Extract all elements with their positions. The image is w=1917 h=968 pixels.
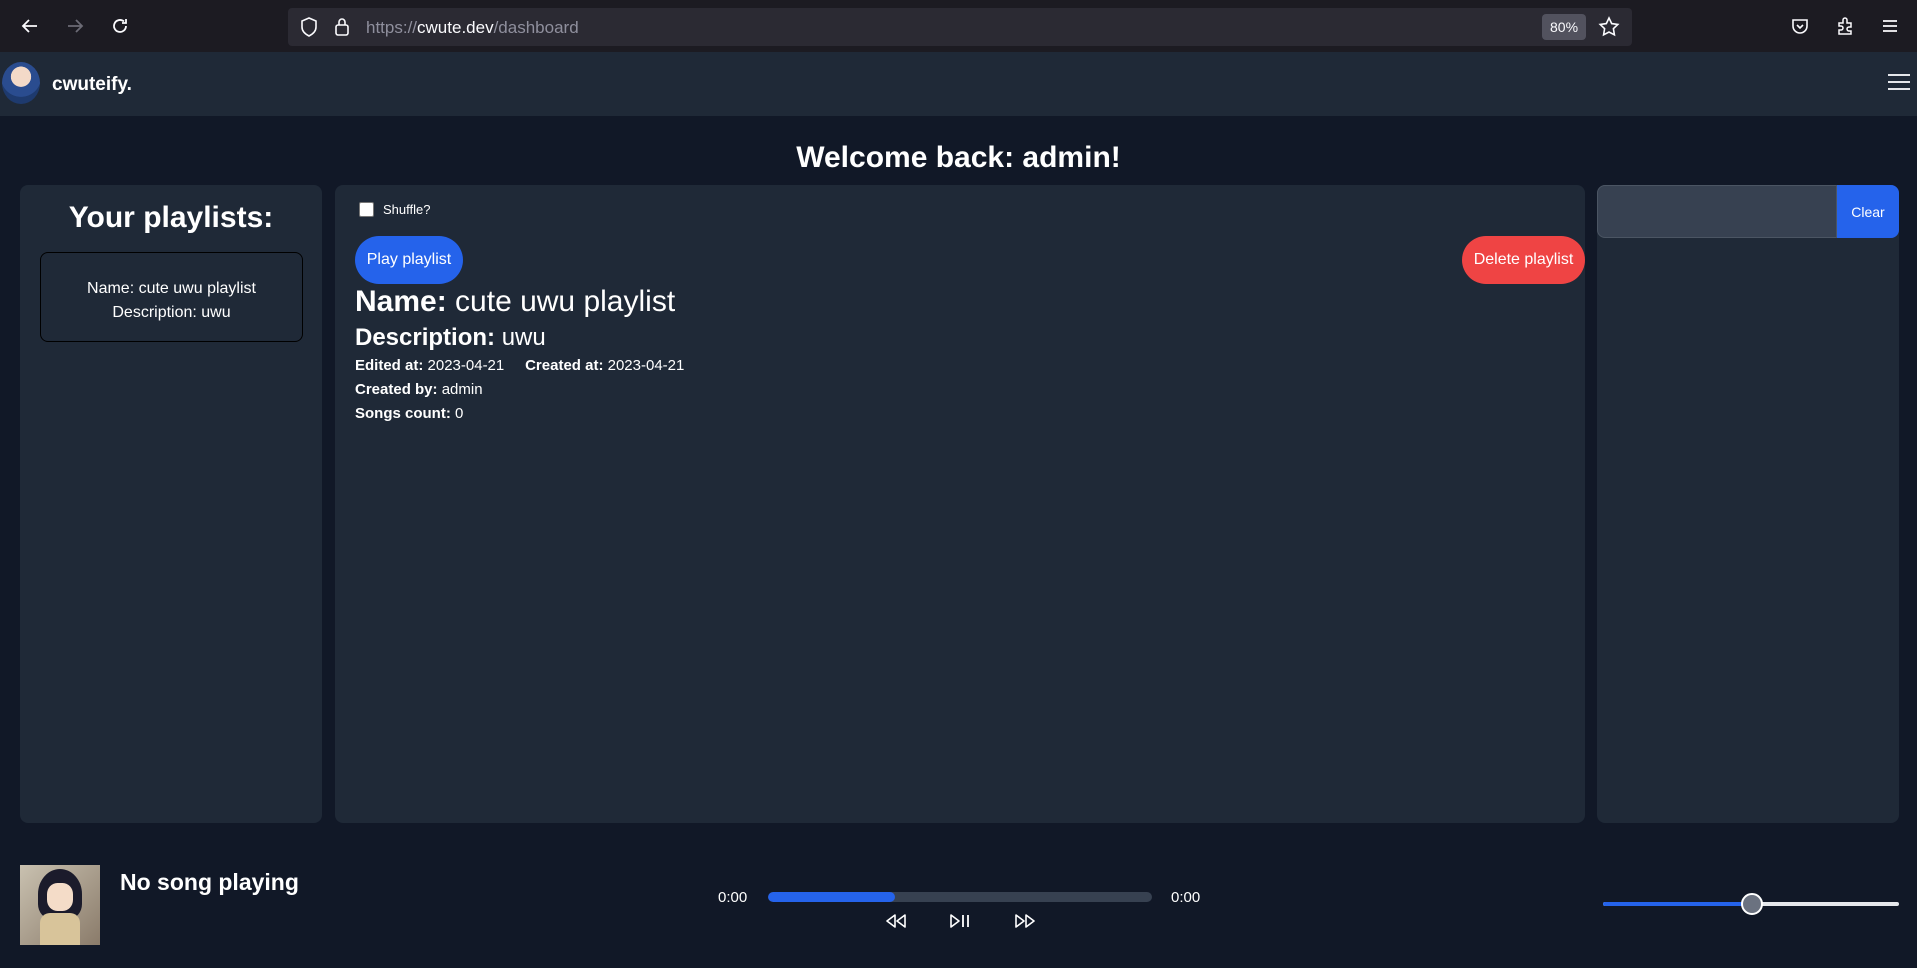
playlist-card-description: Description: uwu [112,304,231,321]
url-text[interactable]: https://cwute.dev/dashboard [366,18,579,38]
search-input[interactable] [1597,185,1837,238]
browser-menu-icon[interactable] [1876,12,1904,40]
lock-icon[interactable] [334,17,350,42]
volume-fill [1603,902,1751,906]
extensions-icon[interactable] [1831,12,1859,40]
clear-button[interactable]: Clear [1837,185,1899,238]
playlist-card-name: Name: cute uwu playlist [87,280,256,297]
welcome-heading: Welcome back: admin! [796,141,1121,174]
playlist-card[interactable]: Name: cute uwu playlist Description: uwu [40,252,303,342]
play-pause-icon[interactable] [947,911,973,931]
progress-fill [768,892,895,902]
album-cover [20,865,100,945]
play-playlist-button[interactable]: Play playlist [355,236,463,284]
playlists-panel: Your playlists: Name: cute uwu playlist … [20,185,322,823]
reload-icon[interactable] [106,12,134,40]
shuffle-checkbox[interactable] [359,202,374,217]
playlist-song-count: Songs count: 0 [355,405,464,422]
shield-icon[interactable] [300,17,318,42]
forward-icon[interactable] [61,12,89,40]
browser-toolbar: https://cwute.dev/dashboard 80% [0,0,1917,52]
playlist-dates: Edited at: 2023-04-21 Created at: 2023-0… [355,357,685,374]
current-time: 0:00 [718,889,748,906]
hamburger-menu-icon[interactable] [1888,74,1910,94]
playlist-detail-panel: Shuffle? Play playlist Delete playlist N… [335,185,1585,823]
delete-playlist-button[interactable]: Delete playlist [1462,236,1585,284]
pocket-icon[interactable] [1786,12,1814,40]
total-time: 0:00 [1171,889,1201,906]
logo-avatar[interactable] [2,62,40,104]
now-playing-title: No song playing [120,869,299,895]
playlist-creator: Created by: admin [355,381,483,398]
back-icon[interactable] [16,12,44,40]
bookmark-star-icon[interactable] [1598,16,1620,43]
volume-thumb[interactable] [1741,893,1763,915]
zoom-level[interactable]: 80% [1542,14,1587,40]
fast-forward-icon[interactable] [1012,911,1038,931]
shuffle-toggle[interactable]: Shuffle? [359,202,430,217]
playlist-description: Description: uwu [355,324,546,351]
progress-bar[interactable] [768,892,1152,902]
playlists-title: Your playlists: [68,201,274,234]
search-panel: Clear [1597,185,1899,823]
playlist-name: Name: cute uwu playlist [355,285,676,318]
address-bar[interactable]: https://cwute.dev/dashboard 80% [288,8,1632,46]
shuffle-label: Shuffle? [383,202,431,217]
rewind-icon[interactable] [883,911,909,931]
app-header: cwuteify. [0,52,1917,116]
brand-name[interactable]: cwuteify. [52,74,132,96]
